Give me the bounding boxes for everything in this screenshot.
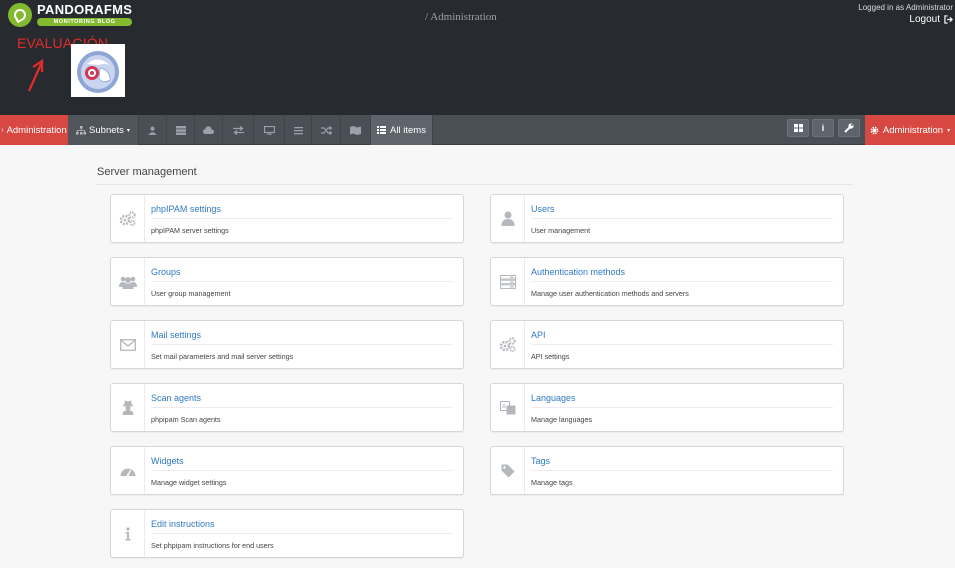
card-description: Set phpipam instructions for end users: [151, 541, 274, 550]
nav-admin-label: Administration: [6, 124, 67, 136]
cogs-icon: [499, 336, 516, 352]
caret-down-icon: ▾: [126, 127, 130, 134]
user-secret-icon: [122, 400, 133, 415]
user-icon: [148, 126, 157, 135]
card-title[interactable]: Authentication methods: [531, 267, 625, 277]
grid-icon: [793, 124, 803, 132]
nav-random-button[interactable]: [312, 115, 341, 145]
user-icon: [501, 211, 514, 226]
nav-administration-left[interactable]: › Administration: [0, 115, 68, 145]
card-description: Manage languages: [531, 415, 593, 424]
nav-map-button[interactable]: [341, 115, 371, 145]
grid-view-button[interactable]: [787, 119, 809, 137]
card-title[interactable]: Tags: [531, 456, 550, 466]
server-icon: [175, 125, 186, 135]
card-mail-settings[interactable]: Mail settings Set mail parameters and ma…: [110, 320, 464, 369]
logout-link[interactable]: Logout: [909, 14, 953, 25]
card-title[interactable]: Groups: [151, 267, 181, 277]
card-description: API settings: [531, 352, 570, 361]
cog-icon: [870, 126, 879, 134]
envelope-icon: [119, 338, 136, 351]
nav-administration-right[interactable]: Administration ▾: [865, 115, 955, 145]
card-title[interactable]: Scan agents: [151, 393, 201, 403]
card-api[interactable]: API API settings: [490, 320, 844, 369]
card-title[interactable]: Languages: [531, 393, 576, 403]
card-description: Manage widget settings: [151, 478, 227, 487]
chevron-right-icon: ›: [1, 126, 4, 134]
nav-all-items-label: All items: [390, 124, 426, 136]
nav-list-button[interactable]: [285, 115, 312, 145]
sitemap-icon: [76, 125, 87, 134]
card-description: User management: [531, 226, 591, 235]
nav-desktop-button[interactable]: [254, 115, 285, 145]
card-description: User group management: [151, 289, 231, 298]
wrench-icon: [844, 123, 854, 133]
card-title[interactable]: Widgets: [151, 456, 184, 466]
brand-logo[interactable]: PANDORAFMS MONITORING BLOG: [8, 2, 133, 27]
app-logo-icon: [77, 50, 119, 93]
app-header: PANDORAFMS MONITORING BLOG EVALUACIÓN / …: [0, 0, 955, 115]
svg-text:A: A: [502, 403, 507, 410]
pandora-logo-icon: [8, 3, 32, 27]
card-title[interactable]: Edit instructions: [151, 519, 215, 529]
users-icon: [118, 276, 137, 289]
caret-down-icon: ▾: [947, 127, 951, 134]
card-description: phpipam Scan agents: [151, 415, 221, 424]
server-icon: [499, 274, 516, 289]
tag-icon: [501, 464, 514, 477]
card-description: phpIPAM server settings: [151, 226, 229, 235]
map-icon: [350, 125, 361, 135]
nav-subnets-label: Subnets: [89, 124, 124, 136]
card-widgets[interactable]: Widgets Manage widget settings: [110, 446, 464, 495]
app-logo[interactable]: [71, 44, 125, 97]
card-title[interactable]: phpIPAM settings: [151, 204, 221, 214]
card-title[interactable]: API: [531, 330, 546, 340]
nav-admin-right-label: Administration: [882, 124, 944, 136]
cogs-icon: [119, 210, 136, 226]
card-users[interactable]: Users User management: [490, 194, 844, 243]
brand-subtitle: MONITORING BLOG: [37, 18, 133, 26]
card-scan-agents[interactable]: Scan agents phpipam Scan agents: [110, 383, 464, 432]
list-icon: [377, 126, 387, 134]
arrow-up-icon: [27, 58, 44, 92]
language-icon: A: [499, 400, 515, 414]
info-icon: i: [821, 123, 825, 133]
section-divider: [97, 184, 853, 185]
card-description: Manage tags: [531, 478, 573, 487]
card-tags[interactable]: Tags Manage tags: [490, 446, 844, 495]
section-title: Server management: [97, 166, 197, 178]
nav-server-button[interactable]: [167, 115, 195, 145]
exchange-icon: [232, 125, 244, 135]
nav-exchange-button[interactable]: [223, 115, 254, 145]
info-button[interactable]: i: [812, 119, 834, 137]
tools-button[interactable]: [838, 119, 860, 137]
dashboard-icon: [120, 468, 135, 476]
card-description: Set mail parameters and mail server sett…: [151, 352, 294, 361]
brand-name: PANDORAFMS: [37, 2, 133, 17]
card-authentication-methods[interactable]: Authentication methods Manage user authe…: [490, 257, 844, 306]
card-phpipam-settings[interactable]: phpIPAM settings phpIPAM server settings: [110, 194, 464, 243]
list-icon: [293, 126, 303, 134]
sign-out-icon: [944, 15, 953, 24]
card-title[interactable]: Mail settings: [151, 330, 201, 340]
desktop-icon: [263, 125, 275, 135]
info-icon: [125, 526, 130, 540]
logout-label: Logout: [909, 14, 940, 25]
card-languages[interactable]: A Languages Manage languages: [490, 383, 844, 432]
nav-cloud-button[interactable]: [195, 115, 223, 145]
card-description: Manage user authentication methods and s…: [531, 289, 689, 298]
nav-subnets-dropdown[interactable]: Subnets ▾: [68, 115, 139, 145]
logged-in-label: Logged in as Administrator: [858, 3, 953, 12]
breadcrumb[interactable]: / Administration: [425, 11, 497, 23]
random-icon: [320, 125, 332, 135]
nav-user-button[interactable]: [139, 115, 167, 145]
card-title[interactable]: Users: [531, 204, 555, 214]
cloud-icon: [203, 126, 214, 134]
card-groups[interactable]: Groups User group management: [110, 257, 464, 306]
nav-all-items[interactable]: All items: [371, 115, 433, 145]
card-edit-instructions[interactable]: Edit instructions Set phpipam instructio…: [110, 509, 464, 558]
